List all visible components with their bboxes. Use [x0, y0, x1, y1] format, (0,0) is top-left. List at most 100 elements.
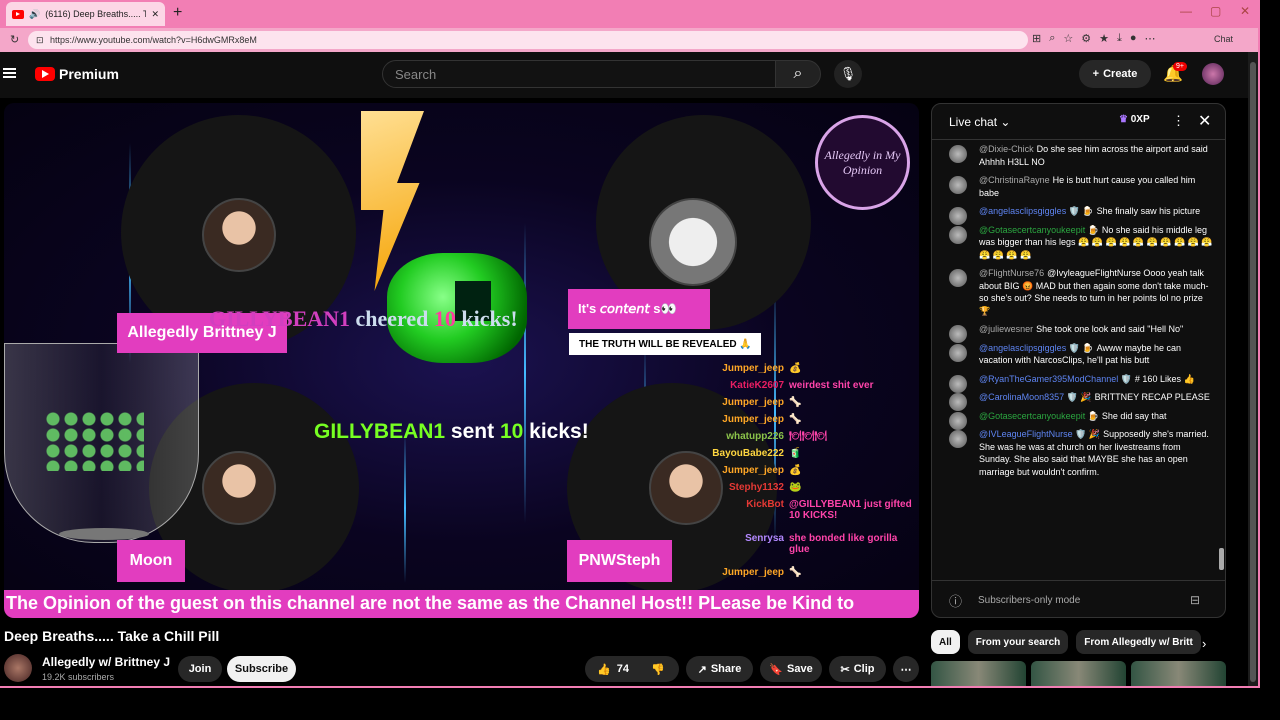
- overlay-chat-row: Stephy1132 🐸: [704, 482, 919, 499]
- zoom-icon[interactable]: ⌕: [1049, 32, 1055, 45]
- address-bar[interactable]: ⊡ https://www.youtube.com/watch?v=H6dwGM…: [28, 31, 1028, 49]
- chat-message[interactable]: @Gotasecertcanyoukeepit 🍺 No she said his…: [932, 221, 1225, 265]
- chat-avatar[interactable]: [949, 176, 967, 194]
- subscribers-only-label: Subscribers-only mode: [978, 594, 1081, 606]
- chat-message[interactable]: @RyanTheGamer395ModChannel 🛡️ # 160 Likes…: [932, 370, 1225, 393]
- search-input[interactable]: Search: [382, 60, 776, 88]
- overlay-chat-user: Jumper_jeep: [722, 363, 784, 374]
- overlay-chat-message: weirdest shit ever: [789, 380, 874, 391]
- profile-icon[interactable]: ●: [1130, 32, 1137, 45]
- filter-chip[interactable]: From Allegedly w/ Britt: [1076, 630, 1201, 654]
- chat-message[interactable]: @juliewesner She took one look and said "…: [932, 320, 1225, 343]
- light-streak: [524, 223, 526, 523]
- filter-chip[interactable]: All: [931, 630, 960, 654]
- chat-scrollbar-thumb[interactable]: [1219, 548, 1224, 570]
- browser-tab[interactable]: 🔊 (6116) Deep Breaths..... Take a ✕: [6, 2, 165, 26]
- filter-chip[interactable]: From your search: [967, 630, 1069, 654]
- chat-username[interactable]: @IVLeagueFlightNurse 🛡️ 🎉: [979, 429, 1100, 439]
- download-icon[interactable]: ⤓: [1117, 32, 1122, 45]
- refresh-icon[interactable]: ↻: [10, 33, 19, 46]
- save-button[interactable]: 🔖 Save: [760, 656, 822, 682]
- page-scrollbar[interactable]: [1248, 52, 1258, 688]
- new-tab-button[interactable]: +: [173, 4, 182, 22]
- overlay-chat-row: Senrysa she bonded like gorilla glue: [704, 533, 919, 567]
- sent-alert: GILLYBEAN1 sent 10 kicks!: [314, 420, 589, 444]
- chat-username[interactable]: @angelasclipsgiggles 🛡️ 🍺: [979, 206, 1094, 216]
- chat-username[interactable]: @Dixie-Chick: [979, 144, 1034, 154]
- maximize-button[interactable]: ▢: [1210, 4, 1221, 18]
- xp-badge[interactable]: ♛ 0XP: [1119, 114, 1150, 125]
- chat-scrollbar[interactable]: [1219, 144, 1224, 579]
- overlay-chat-message: 💰: [789, 465, 802, 476]
- join-button[interactable]: Join: [178, 656, 222, 682]
- chat-avatar[interactable]: [949, 225, 967, 244]
- overlay-chat-row: KatieK2607 weirdest shit ever: [704, 380, 919, 397]
- share-button[interactable]: ↗ Share: [686, 656, 753, 682]
- page-info-icon[interactable]: ⊡: [36, 35, 44, 46]
- video-player[interactable]: Allegedly in My Opinion Allegedly Brittn…: [4, 103, 919, 618]
- chat-avatar[interactable]: [949, 430, 967, 448]
- like-button[interactable]: 👍 74: [597, 663, 629, 676]
- chat-messages[interactable]: @Dixie-Chick Do she see him across the ai…: [932, 140, 1225, 580]
- extension-icon[interactable]: ⚙: [1081, 32, 1091, 45]
- dislike-button[interactable]: 👎: [651, 663, 665, 676]
- live-chat-dropdown[interactable]: Live chat ⌄: [949, 115, 1010, 129]
- video-thumbnail[interactable]: [931, 661, 1026, 686]
- glass-jar-base: [59, 528, 149, 540]
- chat-username[interactable]: @FlightNurse76: [979, 268, 1044, 278]
- overlay-chat-message: 🦴: [789, 397, 802, 408]
- info-icon[interactable]: ⓘ: [949, 591, 962, 610]
- chips-next-icon[interactable]: ›: [1202, 636, 1206, 651]
- clip-button[interactable]: ✂ Clip: [829, 656, 886, 682]
- chat-message[interactable]: @Gotasecertcanyoukeepit 🍺 She did say tha…: [932, 407, 1225, 430]
- grid-icon[interactable]: ⊞: [1032, 32, 1041, 45]
- favorite-icon[interactable]: ☆: [1063, 32, 1073, 45]
- cheer-alert: GILLYBEAN1 cheered 10 kicks!: [209, 306, 518, 332]
- more-actions-button[interactable]: ⋯: [893, 656, 919, 682]
- chat-username[interactable]: @RyanTheGamer395ModChannel 🛡️: [979, 374, 1132, 384]
- chat-username[interactable]: @Gotasecertcanyoukeepit 🍺: [979, 225, 1099, 235]
- create-button[interactable]: + Create: [1079, 60, 1151, 88]
- chat-message[interactable]: @Dixie-Chick Do she see him across the ai…: [932, 140, 1225, 171]
- close-chat-icon[interactable]: ✕: [1198, 111, 1211, 131]
- overlay-chat-row: Jumper_jeep 🦴: [704, 397, 919, 414]
- chat-username[interactable]: @angelasclipsgiggles 🛡️ 🍺: [979, 343, 1094, 353]
- copilot-chat-button[interactable]: Chat: [1214, 34, 1233, 44]
- page-scrollbar-thumb[interactable]: [1250, 62, 1256, 682]
- chat-username[interactable]: @ChristinaRayne: [979, 175, 1050, 185]
- video-thumbnail[interactable]: [1031, 661, 1126, 686]
- chat-avatar[interactable]: [949, 343, 967, 362]
- subscribe-button[interactable]: Subscribe: [227, 656, 296, 682]
- chat-message[interactable]: @angelasclipsgiggles 🛡️ 🍺 She finally saw…: [932, 202, 1225, 225]
- chat-avatar[interactable]: [949, 269, 967, 287]
- chat-username[interactable]: @juliewesner: [979, 324, 1033, 334]
- channel-avatar[interactable]: [4, 654, 32, 682]
- guest-photo: [202, 198, 276, 272]
- video-thumbnail[interactable]: [1131, 661, 1226, 686]
- tab-close-icon[interactable]: ✕: [151, 9, 159, 20]
- speaker-icon[interactable]: 🔊: [29, 9, 40, 20]
- chat-message[interactable]: @FlightNurse76 @IvyleagueFlightNurse Oooo…: [932, 264, 1225, 320]
- xp-label: 0XP: [1130, 114, 1150, 125]
- chat-message[interactable]: @IVLeagueFlightNurse 🛡️ 🎉 Supposedly she'…: [932, 425, 1225, 481]
- more-icon[interactable]: ⋯: [1145, 32, 1156, 45]
- chat-menu-icon[interactable]: ⋮: [1172, 113, 1185, 129]
- chat-username[interactable]: @CarolinaMoon8357 🛡️ 🎉: [979, 392, 1092, 402]
- account-avatar[interactable]: [1202, 63, 1224, 85]
- emoji-panel-icon[interactable]: ⊟: [1190, 593, 1200, 607]
- favorites-icon[interactable]: ★: [1099, 32, 1109, 45]
- chat-message[interactable]: @CarolinaMoon8357 🛡️ 🎉 BRITTNEY RECAP PLE…: [932, 388, 1225, 411]
- minimize-button[interactable]: —: [1180, 4, 1192, 18]
- youtube-logo[interactable]: Premium: [35, 66, 119, 82]
- channel-name[interactable]: Allegedly w/ Brittney J: [42, 655, 170, 669]
- chat-text: BRITTNEY RECAP PLEASE: [1094, 392, 1210, 402]
- voice-search-button[interactable]: 🎙: [834, 60, 862, 88]
- window-close-button[interactable]: ✕: [1240, 4, 1250, 18]
- chat-avatar[interactable]: [949, 145, 967, 163]
- chat-message[interactable]: @angelasclipsgiggles 🛡️ 🍺 Awww maybe he c…: [932, 339, 1225, 370]
- chat-username[interactable]: @Gotasecertcanyoukeepit 🍺: [979, 411, 1099, 421]
- overlay-chat-user: Jumper_jeep: [722, 414, 784, 425]
- menu-icon[interactable]: [3, 68, 16, 78]
- search-button[interactable]: ⌕: [775, 60, 821, 88]
- chat-message[interactable]: @ChristinaRayne He is butt hurt cause you…: [932, 171, 1225, 202]
